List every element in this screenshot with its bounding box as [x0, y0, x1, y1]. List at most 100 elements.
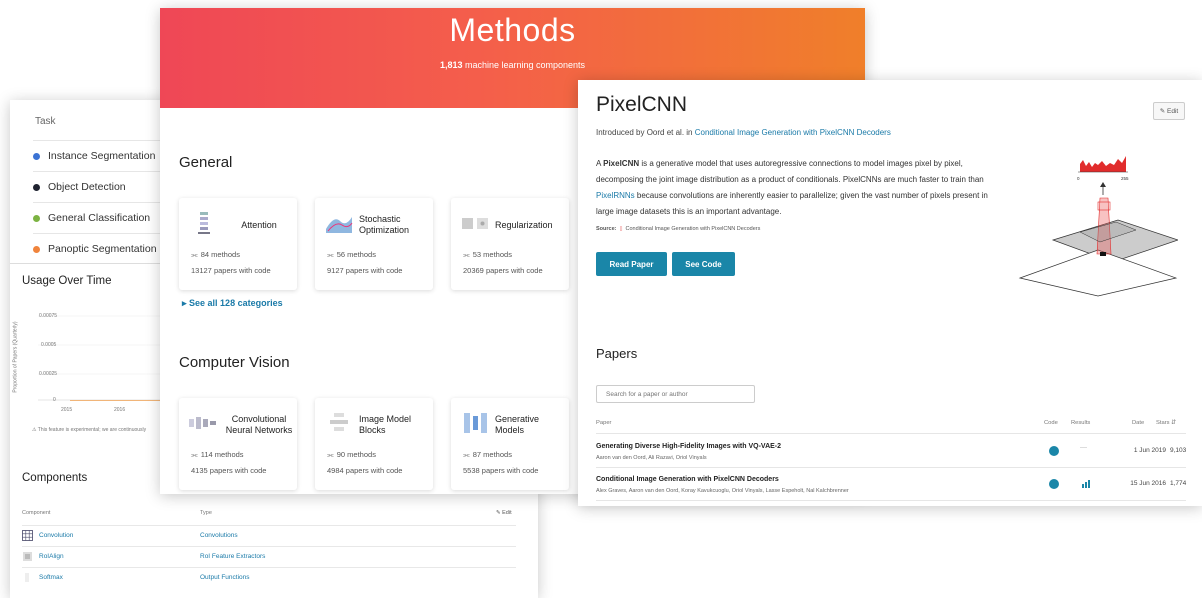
component-type-link[interactable]: Output Functions — [200, 574, 250, 581]
method-category-card[interactable]: Regularization ⫘ 53 methods 20369 papers … — [451, 198, 569, 290]
method-category-card[interactable]: Image Model Blocks ⫘ 90 methods 4984 pape… — [315, 398, 433, 490]
method-count: ⫘ 87 methods — [463, 450, 512, 459]
task-color-dot-icon — [33, 152, 40, 160]
tree-icon: ⫘ — [463, 250, 470, 259]
tree-icon: ⫘ — [327, 250, 334, 259]
component-type-link[interactable]: Convolutions — [200, 532, 238, 539]
paper-search-input[interactable] — [596, 385, 755, 403]
methods-title: Methods — [449, 12, 576, 48]
method-category-name: Regularization — [495, 219, 553, 230]
results-bar-chart-icon[interactable] — [1082, 479, 1092, 488]
component-row[interactable]: Softmax Output Functions — [22, 567, 516, 587]
method-count: ⫘ 114 methods — [191, 450, 244, 459]
usage-chart: 0.00075 0.0005 0.00025 0 2015 2016 — [38, 313, 170, 413]
paper-authors: Alex Graves, Aaron van den Oord, Koray K… — [596, 488, 849, 494]
histogram-tick: 255 — [1121, 176, 1129, 181]
method-category-name: Convolutional Neural Networks — [225, 414, 293, 435]
method-title: PixelCNN — [596, 93, 688, 116]
pixelrnn-link[interactable]: PixelRNNs — [596, 191, 635, 200]
task-color-dot-icon — [33, 245, 40, 253]
method-category-name: Stochastic Optimization — [359, 214, 410, 235]
date-column-header[interactable]: Date — [1132, 420, 1144, 426]
method-category-name: Generative Models — [495, 414, 540, 435]
usage-ytick: 0 — [53, 397, 56, 403]
papers-with-code-count: 4135 papers with code — [191, 466, 267, 475]
paper-title-link[interactable]: Generating Diverse High-Fidelity Images … — [596, 443, 781, 450]
task-item[interactable]: General Classification — [33, 202, 173, 233]
stars-column-header[interactable]: Stars ⇵ — [1156, 420, 1176, 426]
github-icon[interactable] — [1049, 479, 1059, 489]
usage-ytick: 0.0005 — [41, 342, 57, 348]
tree-icon: ⫘ — [191, 250, 198, 259]
regularization-thumbnail-icon — [462, 218, 488, 229]
stochastic-optimization-thumbnail-icon — [326, 217, 353, 233]
component-name-link[interactable]: RoIAlign — [39, 553, 64, 560]
components-title: Components — [22, 472, 88, 484]
paper-column-header[interactable]: Paper — [596, 420, 611, 426]
paper-stars: 9,103 — [1170, 447, 1187, 454]
method-count: ⫘ 53 methods — [463, 250, 512, 259]
component-name-link[interactable]: Convolution — [39, 532, 73, 539]
tree-icon: ⫘ — [191, 450, 198, 459]
task-list: Instance Segmentation Object Detection G… — [33, 140, 173, 264]
method-description: A PixelCNN is a generative model that us… — [596, 159, 988, 216]
task-item[interactable]: Instance Segmentation — [33, 140, 173, 171]
paper-stars: 1,774 — [1170, 480, 1187, 487]
pixelcnn-method-card: PixelCNN ✎ Edit Introduced by Oord et al… — [578, 80, 1202, 506]
method-category-card[interactable]: Convolutional Neural Networks ⫘ 114 metho… — [179, 398, 297, 490]
roialign-thumbnail-icon — [23, 552, 32, 561]
task-label: General Classification — [48, 212, 151, 224]
component-column-header: Component — [22, 510, 51, 516]
method-category-name: Image Model Blocks — [359, 414, 412, 435]
read-paper-button[interactable]: Read Paper — [596, 252, 667, 276]
methods-count: 1,813 — [439, 60, 463, 70]
component-row[interactable]: Convolution Convolutions — [22, 525, 516, 545]
method-count: ⫘ 90 methods — [327, 450, 376, 459]
paper-date: 1 Jun 2019 — [1133, 447, 1166, 454]
attention-thumbnail-icon — [198, 212, 210, 234]
usage-ytick: 0.00025 — [39, 371, 57, 377]
usage-over-time-panel: Usage Over Time Proportion of Papers (Qu… — [10, 263, 170, 448]
components-edit-button[interactable]: ✎ Edit — [496, 510, 512, 516]
task-item[interactable]: Panoptic Segmentation — [33, 233, 173, 264]
method-category-card[interactable]: Stochastic Optimization ⫘ 56 methods 9127… — [315, 198, 433, 290]
section-title-general: General — [179, 154, 233, 171]
usage-ytick: 0.00075 — [39, 313, 57, 319]
source-paper-link[interactable]: Conditional Image Generation with PixelC… — [626, 226, 761, 232]
code-column-header[interactable]: Code — [1044, 420, 1058, 426]
intro-paper-link[interactable]: Conditional Image Generation with PixelC… — [695, 128, 891, 137]
method-category-name: Attention — [241, 219, 277, 230]
task-item[interactable]: Object Detection — [33, 171, 173, 202]
github-icon[interactable] — [1049, 446, 1059, 456]
usage-xtick: 2016 — [114, 407, 125, 413]
paper-title-link[interactable]: Conditional Image Generation with PixelC… — [596, 476, 779, 483]
introduced-by: Introduced by Oord et al. in Conditional… — [596, 128, 891, 137]
papers-with-code-count: 4984 papers with code — [327, 466, 403, 475]
methods-subtitle-text: machine learning components — [462, 60, 586, 70]
paper-row[interactable]: Conditional Image Generation with PixelC… — [596, 469, 1186, 501]
component-type-link[interactable]: RoI Feature Extractors — [200, 553, 265, 560]
methods-subtitle: 1,813 machine learning components — [160, 60, 865, 70]
convolution-grid-icon — [22, 530, 33, 541]
see-all-categories-link[interactable]: ▸ See all 128 categories — [182, 298, 283, 309]
cnn-thumbnail-icon — [189, 417, 216, 429]
paper-date: 15 Jun 2016 — [1130, 480, 1166, 487]
results-column-header[interactable]: Results — [1071, 420, 1090, 426]
papers-with-code-count: 5538 papers with code — [463, 466, 539, 475]
method-count: ⫘ 56 methods — [327, 250, 376, 259]
task-label: Panoptic Segmentation — [48, 243, 157, 255]
tree-icon: ⫘ — [463, 450, 470, 459]
see-code-button[interactable]: See Code — [672, 252, 735, 276]
source-line: Source: ▯ Conditional Image Generation wit… — [596, 226, 761, 232]
histogram-tick: 0 — [1077, 176, 1080, 181]
paper-row[interactable]: Generating Diverse High-Fidelity Images … — [596, 436, 1186, 468]
task-header: Task — [35, 116, 56, 127]
papers-table-header: Paper Code Results Date Stars ⇵ — [596, 416, 1186, 434]
usage-xtick: 2015 — [61, 407, 72, 413]
component-name-link[interactable]: Softmax — [39, 574, 63, 581]
method-category-card[interactable]: Attention ⫘ 84 methods 13127 papers with … — [179, 198, 297, 290]
papers-with-code-count: 13127 papers with code — [191, 266, 271, 275]
method-category-card[interactable]: Generative Models ⫘ 87 methods 5538 paper… — [451, 398, 569, 490]
edit-button[interactable]: ✎ Edit — [1153, 102, 1185, 120]
component-row[interactable]: RoIAlign RoI Feature Extractors — [22, 546, 516, 566]
